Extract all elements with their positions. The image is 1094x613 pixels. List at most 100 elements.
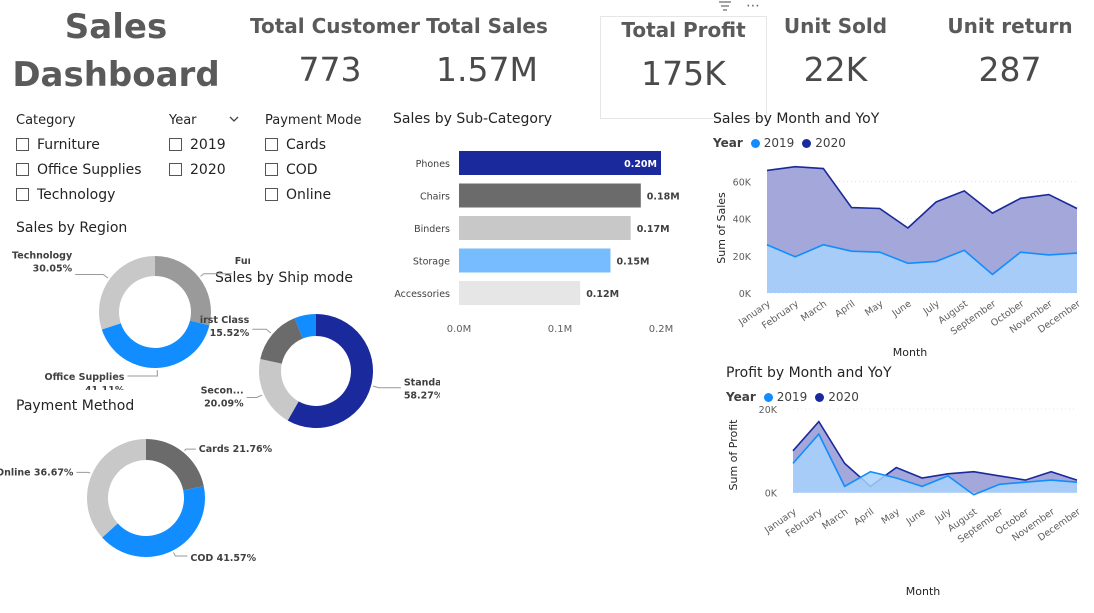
data-label: 0.18M	[647, 192, 680, 203]
leader-line	[173, 552, 188, 557]
kpi-label: Unit return	[947, 14, 1073, 38]
legend-dot-icon	[763, 392, 773, 402]
kpi-value: 287	[978, 50, 1042, 89]
kpi-card-total-customer[interactable]: Total Customer 773	[250, 14, 420, 89]
slicer-item-online[interactable]: Online	[265, 182, 375, 207]
payment-method-chart-title: Payment Method	[16, 398, 135, 414]
slicer-title: Category	[16, 113, 76, 128]
kpi-card-unit-sold[interactable]: Unit Sold 22K	[768, 14, 903, 89]
more-options-icon[interactable]: ⋯	[746, 0, 761, 14]
legend-item-2019[interactable]: 2019	[764, 136, 795, 150]
slicer-item-label: Office Supplies	[37, 161, 142, 178]
filter-icon[interactable]	[718, 0, 732, 15]
checkbox[interactable]	[265, 188, 278, 201]
legend-item-2020[interactable]: 2020	[815, 136, 846, 150]
leader-line	[127, 369, 158, 377]
data-label: Technology	[12, 250, 73, 261]
bar-binders[interactable]	[459, 216, 631, 240]
slicer-item-label: 2019	[190, 136, 226, 153]
data-label: Secon...	[201, 386, 244, 397]
kpi-value: 22K	[803, 50, 868, 89]
checkbox[interactable]	[16, 163, 29, 176]
slicer-item-label: Technology	[37, 186, 116, 203]
x-tick-label: June	[904, 506, 928, 528]
x-tick-label: March	[799, 298, 829, 324]
checkbox[interactable]	[169, 138, 182, 151]
checkbox[interactable]	[265, 138, 278, 151]
leader-line	[200, 273, 232, 277]
data-label: COD 41.57%	[190, 553, 256, 564]
x-tick-label: April	[833, 298, 857, 319]
profit-month-area-chart[interactable]: 0K20KJanuaryFebruaryMarch April May June Jul…	[705, 405, 1094, 610]
donut-slice-online[interactable]	[87, 439, 146, 538]
sub-category-chart-title: Sales by Sub-Category	[393, 111, 552, 127]
payment-mode-slicer: Payment Mode Cards COD Online	[265, 113, 375, 207]
data-label: 20.09%	[204, 399, 244, 410]
x-tick-label: 0.2M	[649, 324, 674, 335]
y-tick-label: 40K	[733, 215, 752, 226]
slicer-item-cards[interactable]: Cards	[265, 132, 375, 157]
slicer-item-technology[interactable]: Technology	[16, 182, 166, 207]
donut-slice-cod[interactable]	[102, 486, 205, 557]
data-label: Standard Cl...	[404, 378, 440, 389]
category-label: Accessories	[394, 289, 450, 300]
slicer-item-label: COD	[286, 161, 318, 178]
kpi-card-total-sales[interactable]: Total Sales 1.57M	[412, 14, 562, 89]
leader-line	[372, 385, 401, 389]
data-label: 15.52%	[210, 328, 250, 339]
year-slicer: Year 2019 2020	[169, 113, 239, 182]
y-axis-title: Sum of Profit	[727, 419, 740, 491]
kpi-card-total-profit[interactable]: Total Profit 175K	[600, 16, 767, 119]
bar-chairs[interactable]	[459, 183, 641, 208]
donut-slice-first-class[interactable]	[260, 318, 303, 364]
data-label: 30.05%	[33, 263, 73, 274]
dashboard-title-line2: Dashboard	[12, 55, 220, 95]
kpi-card-unit-return[interactable]: Unit return 287	[940, 14, 1080, 89]
x-axis-title: Month	[893, 346, 928, 359]
donut-slice-technology[interactable]	[98, 256, 155, 330]
checkbox[interactable]	[16, 188, 29, 201]
kpi-label: Total Profit	[621, 18, 746, 42]
slicer-title: Year	[169, 113, 197, 128]
kpi-label: Total Sales	[426, 14, 548, 38]
sales-month-area-chart[interactable]: 0K20K40K60KJanuaryFebruaryMarch April May J…	[705, 155, 1094, 365]
y-tick-label: 20K	[759, 405, 778, 416]
legend-dot-icon	[750, 138, 760, 148]
slicer-item-office-supplies[interactable]: Office Supplies	[16, 157, 166, 182]
y-tick-label: 0K	[739, 289, 752, 300]
checkbox[interactable]	[16, 138, 29, 151]
slicer-item-cod[interactable]: COD	[265, 157, 375, 182]
checkbox[interactable]	[265, 163, 278, 176]
slicer-item-2019[interactable]: 2019	[169, 132, 239, 157]
y-tick-label: 60K	[733, 178, 752, 189]
leader-line	[75, 273, 109, 279]
x-tick-label: April	[852, 506, 876, 527]
category-label: Chairs	[420, 192, 450, 203]
slicer-item-2020[interactable]: 2020	[169, 157, 239, 182]
kpi-label: Unit Sold	[783, 14, 888, 38]
category-label: Storage	[413, 257, 450, 268]
donut-slice-secon[interactable]	[259, 359, 299, 421]
slicer-item-furniture[interactable]: Furniture	[16, 132, 166, 157]
donut-slice-cards[interactable]	[146, 439, 204, 491]
data-label: Office Supplies	[45, 372, 125, 383]
bar-storage[interactable]	[459, 248, 611, 273]
x-tick-label: June	[890, 298, 914, 320]
donut-slice-office-supplies[interactable]	[101, 320, 210, 368]
bar-accessories[interactable]	[459, 281, 581, 305]
legend-item-2020[interactable]: 2020	[828, 390, 859, 404]
payment-method-donut-chart[interactable]: Cards 21.76% COD 41.57% Online 36.67%	[0, 420, 290, 580]
x-tick-label: 0.1M	[548, 324, 573, 335]
x-tick-label: 0.0M	[447, 324, 472, 335]
x-tick-label: May	[880, 506, 903, 526]
chevron-down-icon[interactable]	[229, 113, 239, 128]
checkbox[interactable]	[169, 163, 182, 176]
leader-line	[252, 328, 272, 334]
dashboard-title-line1: Sales	[64, 7, 168, 47]
legend-item-2019[interactable]: 2019	[777, 390, 808, 404]
x-axis-title: Month	[906, 585, 941, 598]
sub-category-bar-chart[interactable]: Phones 0.20M Chairs 0.18M Binders 0.17M Storag…	[385, 140, 700, 340]
kpi-value: 1.57M	[436, 50, 538, 89]
legend-dot-icon	[815, 392, 825, 402]
x-tick-label: May	[863, 298, 886, 318]
